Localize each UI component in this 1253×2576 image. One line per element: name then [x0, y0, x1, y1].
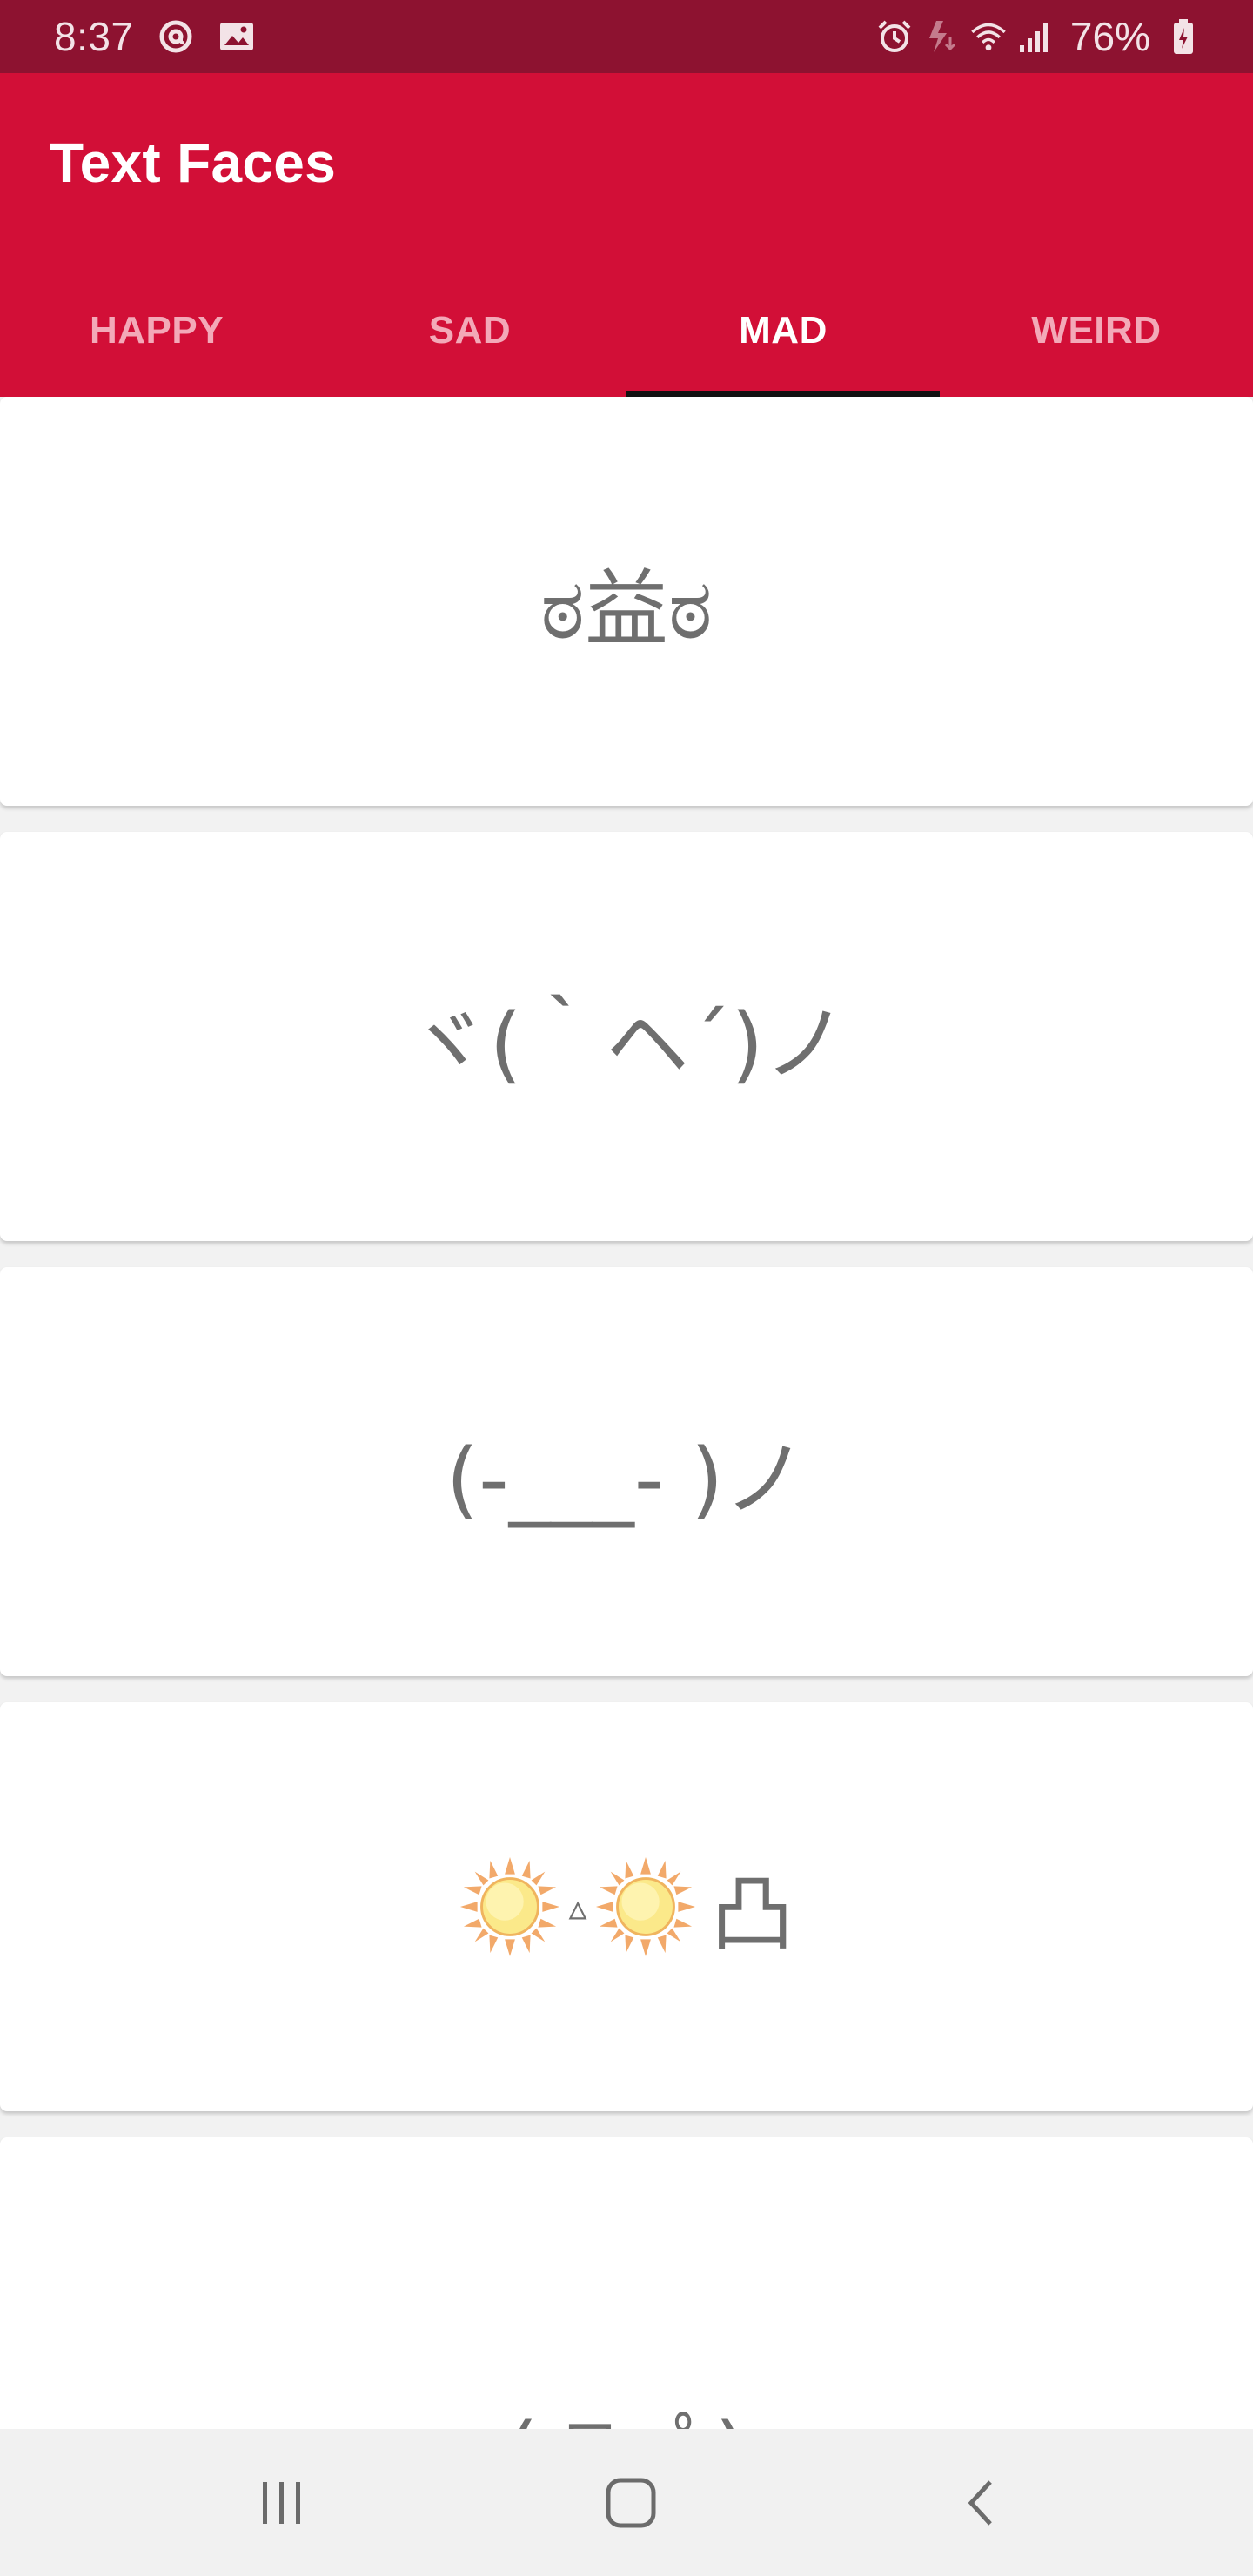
sun-icon — [460, 1856, 560, 1957]
home-button[interactable] — [544, 2429, 718, 2576]
recents-icon — [263, 2481, 300, 2524]
status-time: 8:37 — [54, 14, 134, 59]
charging-icon — [922, 17, 961, 56]
app-title: Text Faces — [50, 131, 337, 194]
battery-icon — [1164, 17, 1203, 56]
tab-weird[interactable]: WEIRD — [940, 272, 1253, 397]
home-icon — [606, 2478, 656, 2527]
face-card[interactable]: ヾ(｀ヘ´)ノ — [0, 832, 1253, 1241]
wifi-icon — [969, 17, 1008, 56]
tab-mad[interactable]: MAD — [626, 272, 940, 397]
status-left: 8:37 — [54, 0, 256, 73]
face-card[interactable]: ▵ 凸 — [0, 1702, 1253, 2111]
status-bar: 8:37 76% — [0, 0, 1253, 73]
face-mouth: ▵ — [568, 1885, 587, 1929]
app-bar: Text Faces HAPPY SAD MAD WEIRD — [0, 73, 1253, 397]
face-text: ヾ(｀ヘ´)ノ — [405, 995, 848, 1093]
face-card[interactable]: ಠ益ಠ — [0, 397, 1253, 806]
screen: 8:37 76% Text Faces HAPPY SAD MAD WEIRD … — [0, 0, 1253, 2576]
face-text: ( ﾟдﾟ) — [506, 2386, 747, 2430]
image-icon — [218, 17, 256, 56]
at-sign-icon — [157, 17, 195, 56]
tab-sad[interactable]: SAD — [313, 272, 626, 397]
face-hand: 凸 — [710, 1865, 794, 1963]
signal-icon — [1016, 17, 1055, 56]
back-button[interactable] — [895, 2429, 1069, 2576]
tab-happy[interactable]: HAPPY — [0, 272, 313, 397]
recents-button[interactable] — [195, 2429, 369, 2576]
alarm-icon — [875, 17, 914, 56]
navigation-bar — [0, 2429, 1253, 2576]
status-right: 76% — [875, 0, 1203, 73]
face-text: (-___- )ノ — [446, 1430, 807, 1528]
face-card[interactable]: ( ﾟдﾟ) — [0, 2137, 1253, 2429]
face-list: ಠ益ಠ ヾ(｀ヘ´)ノ (-___- )ノ ▵ 凸 — [0, 397, 1253, 2429]
sun-icon — [595, 1856, 695, 1957]
back-icon — [968, 2479, 992, 2526]
face-card[interactable]: (-___- )ノ — [0, 1267, 1253, 1676]
face-text: ▵ 凸 — [459, 1847, 794, 1968]
tab-bar: HAPPY SAD MAD WEIRD — [0, 272, 1253, 397]
battery-percent: 76% — [1069, 14, 1150, 59]
face-text: ಠ益ಠ — [540, 560, 713, 658]
